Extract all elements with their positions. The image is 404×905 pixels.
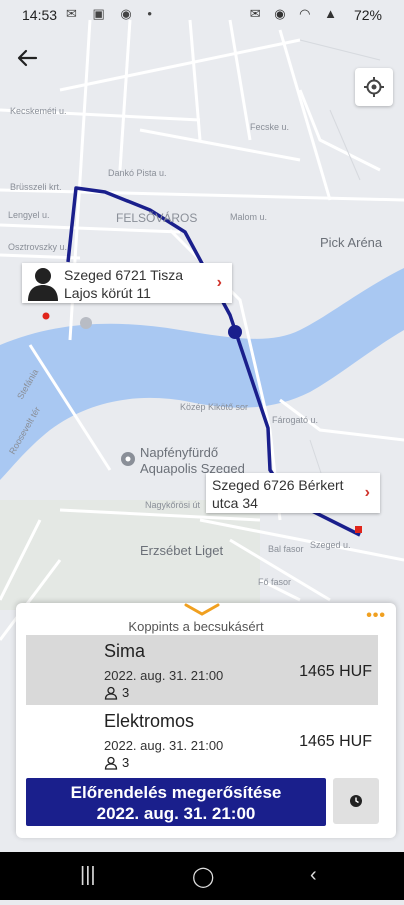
dropoff-address: Szeged 6726 Bérkert utca 34 xyxy=(212,477,344,511)
label-kozep-kikoto: Közép Kikötő sor xyxy=(180,402,248,412)
notification-icons: ✉ ▣ ◉ • xyxy=(66,6,158,21)
label-kecskemeti: Kecskeméti u. xyxy=(10,106,67,116)
confirm-label: Előrendelés megerősítése xyxy=(70,783,282,802)
passenger-count: 3 xyxy=(122,755,130,770)
option-passengers: 3 xyxy=(104,685,129,700)
dropoff-marker xyxy=(355,526,362,533)
label-mallom: Malom u. xyxy=(230,212,267,222)
recents-icon[interactable]: ||| xyxy=(80,864,96,887)
status-time: 14:53 xyxy=(22,7,58,23)
chevron-right-icon: › xyxy=(364,484,370,501)
pickup-address: Szeged 6721 Tisza Lajos körút 11 xyxy=(64,267,184,301)
label-napfenyfurdo: Napfényfürdő xyxy=(140,445,218,460)
label-felsovaros: FELSŐVÁROS xyxy=(116,210,197,225)
label-denko: Dankó Pista u. xyxy=(108,168,167,178)
system-nav-bar: ||| ◯ ‹ xyxy=(0,852,404,900)
back-nav-icon[interactable]: ‹ xyxy=(310,864,317,887)
pickup-marker xyxy=(42,312,50,320)
passenger-count: 3 xyxy=(122,685,130,700)
confirm-preorder-button[interactable]: Előrendelés megerősítése 2022. aug. 31. … xyxy=(26,778,326,826)
label-nagykorosi: Nagykőrösi út xyxy=(145,500,201,510)
arrow-left-icon xyxy=(17,49,38,67)
vehicle-option-elektromos[interactable]: Elektromos 2022. aug. 31. 21:00 1465 HUF… xyxy=(26,705,378,775)
schedule-time-button[interactable] xyxy=(333,778,379,824)
vehicle-option-sima[interactable]: Sima 2022. aug. 31. 21:00 1465 HUF 3 xyxy=(26,635,378,705)
label-erzsebet-liget: Erzsébet Liget xyxy=(140,543,223,558)
label-brusszeli: Brüsszeli krt. xyxy=(10,182,62,192)
label-fo-fasor: Fő fasor xyxy=(258,577,291,587)
confirm-date: 2022. aug. 31. 21:00 xyxy=(96,804,256,823)
label-faragoto: Fárogató u. xyxy=(272,415,318,425)
dropoff-callout[interactable]: Szeged 6726 Bérkert utca 34 › xyxy=(206,473,380,513)
option-price: 1465 HUF xyxy=(299,733,372,750)
poi-marker xyxy=(80,317,92,329)
person-icon xyxy=(104,756,118,770)
option-name: Elektromos xyxy=(104,711,195,731)
back-button[interactable] xyxy=(14,44,42,72)
label-osztrovszky: Osztrovszky u. xyxy=(8,242,67,252)
chevron-right-icon: › xyxy=(216,274,222,291)
option-passengers: 3 xyxy=(104,755,129,770)
collapse-hint[interactable]: Koppints a becsukásért xyxy=(16,619,376,634)
home-icon[interactable]: ◯ xyxy=(192,864,214,889)
bottom-panel: ••• Koppints a becsukásért Sima 2022. au… xyxy=(16,603,396,838)
status-bar: 14:53 ✉ ▣ ◉ • ✉ ◉ ◠ ▲ 72% xyxy=(0,0,404,32)
crosshair-icon xyxy=(364,77,384,97)
option-date: 2022. aug. 31. 21:00 xyxy=(104,738,224,753)
label-pick-arena: Pick Aréna xyxy=(320,235,383,250)
battery-percent: 72% xyxy=(353,7,382,23)
pickup-callout[interactable]: Szeged 6721 Tisza Lajos körút 11 › xyxy=(22,263,232,303)
person-icon xyxy=(104,686,118,700)
avatar-silhouette-icon xyxy=(28,268,58,301)
option-price: 1465 HUF xyxy=(299,663,372,680)
label-bal-fasor: Bal fasor xyxy=(268,544,304,554)
locate-button[interactable] xyxy=(355,68,393,106)
route-number-marker xyxy=(228,325,242,339)
clock-icon xyxy=(350,795,362,807)
option-name: Sima xyxy=(104,641,146,661)
collapse-chevron-icon[interactable] xyxy=(184,603,220,617)
label-fecske: Fecske u. xyxy=(250,122,289,132)
label-szeged-u: Szeged u. xyxy=(310,540,351,550)
label-lengyel: Lengyel u. xyxy=(8,210,50,220)
system-icons: ✉ ◉ ◠ ▲ xyxy=(249,6,342,21)
option-date: 2022. aug. 31. 21:00 xyxy=(104,668,224,683)
